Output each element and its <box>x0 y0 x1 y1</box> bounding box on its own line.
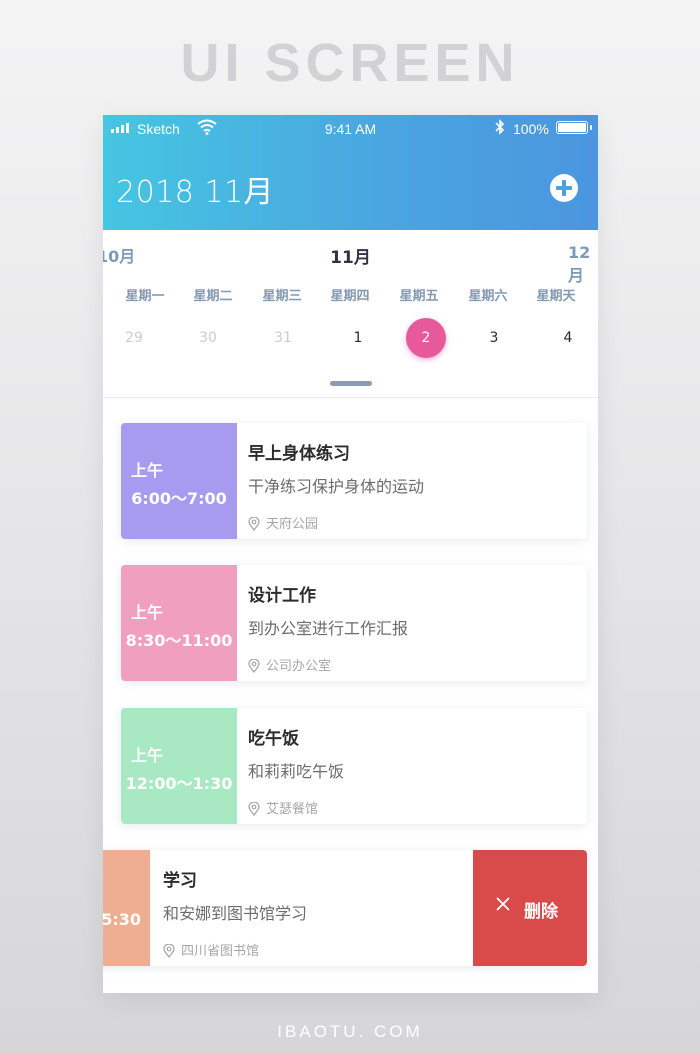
event-location: 艾瑟餐馆 <box>248 798 318 817</box>
event-card[interactable]: 上午 8:30～11:00 设计工作 到办公室进行工作汇报 公司办公室 <box>121 565 587 681</box>
event-location-label: 四川省图书馆 <box>181 944 260 959</box>
date-cell[interactable]: 1 <box>338 318 378 358</box>
page-title: 2018 11月 <box>116 175 275 210</box>
month-nav: 10月 11月 12月 <box>103 230 598 285</box>
event-time-range: 5:30 <box>103 910 141 929</box>
close-icon <box>496 897 510 911</box>
event-card[interactable]: 上午 6:00～7:00 早上身体练习 干净练习保护身体的运动 天府公园 <box>121 423 587 539</box>
divider <box>103 397 598 398</box>
event-card-swiped[interactable]: 5:30 学习 和安娜到图书馆学习 四川省图书馆 删除 <box>103 850 587 966</box>
battery-percent: 100% <box>513 121 549 137</box>
event-card[interactable]: 上午 12:00～1:30 吃午饭 和莉莉吃午饭 艾瑟餐馆 <box>121 708 587 824</box>
location-pin-icon <box>248 801 260 817</box>
add-event-button[interactable] <box>549 173 579 203</box>
event-time-block: 5:30 <box>103 850 150 966</box>
event-time-block: 上午 12:00～1:30 <box>121 708 237 824</box>
event-location-label: 公司办公室 <box>266 659 332 674</box>
date-cell[interactable]: 31 <box>263 318 303 358</box>
event-desc: 干净练习保护身体的运动 <box>248 477 425 496</box>
event-desc: 和安娜到图书馆学习 <box>163 904 308 923</box>
event-location: 四川省图书馆 <box>163 940 259 959</box>
event-time-range: 12:00～1:30 <box>125 774 233 793</box>
location-pin-icon <box>248 658 260 674</box>
next-month[interactable]: 12月 <box>568 243 598 286</box>
battery-icon <box>556 121 592 134</box>
drag-handle[interactable] <box>330 381 372 386</box>
bluetooth-icon <box>495 119 505 139</box>
weekday-row: 星期一 星期二 星期三 星期四 星期五 星期六 星期天 <box>103 285 598 307</box>
date-cell[interactable]: 3 <box>474 318 514 358</box>
event-ampm: 上午 <box>131 461 164 480</box>
event-location-label: 艾瑟餐馆 <box>266 802 319 817</box>
weekday-label: 星期一 <box>125 289 165 304</box>
event-desc: 和莉莉吃午饭 <box>248 762 345 781</box>
weekday-label: 星期天 <box>536 289 576 304</box>
weekday-label: 星期四 <box>330 289 370 304</box>
status-bar: Sketch 9:41 AM 100% <box>103 115 598 143</box>
event-title: 设计工作 <box>248 586 316 606</box>
date-cell[interactable]: 4 <box>548 318 588 358</box>
event-time-block: 上午 6:00～7:00 <box>121 423 237 539</box>
event-time-range: 6:00～7:00 <box>131 489 227 508</box>
event-location: 公司办公室 <box>248 655 331 674</box>
delete-button[interactable]: 删除 <box>473 850 587 966</box>
plus-circle-icon <box>550 174 578 202</box>
current-month: 11月 <box>330 248 371 268</box>
event-title: 早上身体练习 <box>248 444 350 464</box>
date-cell[interactable]: 29 <box>114 318 154 358</box>
phone-screen: Sketch 9:41 AM 100% 2018 11月 10月 11月 12月… <box>103 115 598 993</box>
showcase-title: UI SCREEN <box>180 33 520 93</box>
location-pin-icon <box>248 516 260 532</box>
event-location: 天府公园 <box>248 513 318 532</box>
event-time-block: 上午 8:30～11:00 <box>121 565 237 681</box>
location-pin-icon <box>163 943 175 959</box>
event-location-label: 天府公园 <box>266 517 319 532</box>
date-row: 29 30 31 1 2 3 4 <box>103 318 598 358</box>
event-title: 吃午饭 <box>248 729 299 749</box>
event-ampm: 上午 <box>131 746 164 765</box>
event-time-range: 8:30～11:00 <box>125 631 233 650</box>
event-title: 学习 <box>163 871 197 891</box>
weekday-label: 星期五 <box>399 289 439 304</box>
app-header: Sketch 9:41 AM 100% 2018 11月 <box>103 115 598 230</box>
weekday-label: 星期六 <box>468 289 508 304</box>
event-desc: 到办公室进行工作汇报 <box>248 619 409 638</box>
weekday-label: 星期三 <box>262 289 302 304</box>
delete-label: 删除 <box>524 902 558 922</box>
showcase-footer: IBAOTU. COM <box>277 1022 423 1041</box>
date-cell[interactable]: 30 <box>188 318 228 358</box>
event-ampm: 上午 <box>131 603 164 622</box>
date-cell-selected[interactable]: 2 <box>406 318 446 358</box>
weekday-label: 星期二 <box>193 289 233 304</box>
